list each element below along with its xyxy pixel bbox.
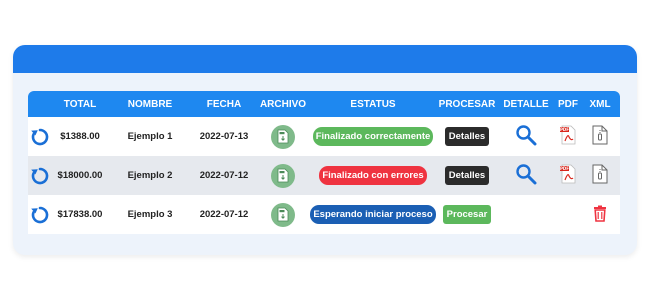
header-archivo: ARCHIVO bbox=[259, 98, 307, 110]
table-row: $17838.00 Ejemplo 3 2022-07-12 Esperando in… bbox=[28, 195, 620, 234]
archivo-cell bbox=[256, 163, 310, 188]
card-header bbox=[13, 45, 637, 73]
action-button[interactable]: Detalles bbox=[444, 127, 490, 146]
estatus-cell: Esperando iniciar proceso bbox=[310, 205, 436, 224]
header-fecha: FECHA bbox=[206, 98, 242, 110]
xml-file-icon[interactable] bbox=[592, 164, 608, 187]
estatus-cell: Finalizado correctamente bbox=[310, 127, 436, 146]
total-cell: $17838.00 bbox=[57, 209, 103, 220]
table-header: TOTAL NOMBRE FECHA ARCHIVO ESTATUS PROCE… bbox=[28, 91, 620, 117]
svg-text:PDF: PDF bbox=[560, 127, 569, 132]
search-icon[interactable] bbox=[515, 163, 537, 188]
xml-cell bbox=[582, 205, 618, 225]
detalle-cell bbox=[498, 124, 554, 149]
pdf-cell: PDF bbox=[554, 164, 582, 187]
fecha-cell: 2022-07-12 bbox=[199, 209, 249, 220]
refresh-icon[interactable] bbox=[28, 127, 52, 147]
xml-cell bbox=[582, 125, 618, 148]
status-badge: Esperando iniciar proceso bbox=[310, 205, 436, 224]
refresh-icon[interactable] bbox=[28, 166, 52, 186]
trash-icon[interactable] bbox=[593, 205, 607, 225]
header-nombre: NOMBRE bbox=[127, 98, 173, 110]
xml-cell bbox=[582, 164, 618, 187]
procesar-cell: Detalles bbox=[436, 127, 498, 146]
total-cell: $1388.00 bbox=[60, 131, 100, 142]
nombre-cell: Ejemplo 1 bbox=[127, 131, 173, 142]
nombre-cell: Ejemplo 3 bbox=[127, 209, 173, 220]
orders-table: TOTAL NOMBRE FECHA ARCHIVO ESTATUS PROCE… bbox=[28, 91, 620, 234]
table-row: $18000.00 Ejemplo 2 2022-07-12 Finalizado c… bbox=[28, 156, 620, 195]
archivo-cell bbox=[256, 202, 310, 227]
pdf-cell: PDF bbox=[554, 125, 582, 148]
refresh-icon[interactable] bbox=[28, 205, 52, 225]
nombre-cell: Ejemplo 2 bbox=[127, 170, 173, 181]
header-estatus: ESTATUS bbox=[350, 98, 396, 110]
archivo-cell bbox=[256, 124, 310, 149]
file-icon[interactable] bbox=[271, 163, 295, 188]
fecha-cell: 2022-07-13 bbox=[199, 131, 249, 142]
table-row: $1388.00 Ejemplo 1 2022-07-13 Finalizado co… bbox=[28, 117, 620, 156]
orders-card: TOTAL NOMBRE FECHA ARCHIVO ESTATUS PROCE… bbox=[13, 45, 637, 255]
table-body: $1388.00 Ejemplo 1 2022-07-13 Finalizado co… bbox=[28, 117, 620, 234]
procesar-cell: Detalles bbox=[436, 166, 498, 185]
header-xml: XML bbox=[589, 98, 611, 110]
file-icon[interactable] bbox=[271, 124, 295, 149]
status-badge: Finalizado correctamente bbox=[312, 127, 434, 146]
header-pdf: PDF bbox=[558, 98, 578, 110]
status-badge: Finalizado con errores bbox=[319, 166, 427, 185]
fecha-cell: 2022-07-12 bbox=[199, 170, 249, 181]
pdf-icon[interactable]: PDF bbox=[559, 164, 577, 187]
procesar-cell: Procesar bbox=[436, 205, 498, 224]
xml-file-icon[interactable] bbox=[592, 125, 608, 148]
search-icon[interactable] bbox=[515, 124, 537, 149]
header-detalle: DETALLE bbox=[503, 98, 549, 110]
action-button[interactable]: Detalles bbox=[444, 166, 490, 185]
estatus-cell: Finalizado con errores bbox=[310, 166, 436, 185]
svg-text:PDF: PDF bbox=[560, 166, 569, 171]
total-cell: $18000.00 bbox=[57, 170, 103, 181]
detalle-cell bbox=[498, 163, 554, 188]
pdf-icon[interactable]: PDF bbox=[559, 125, 577, 148]
header-total: TOTAL bbox=[63, 98, 97, 110]
file-icon[interactable] bbox=[271, 202, 295, 227]
action-button[interactable]: Procesar bbox=[442, 205, 492, 224]
header-procesar: PROCESAR bbox=[438, 98, 496, 110]
